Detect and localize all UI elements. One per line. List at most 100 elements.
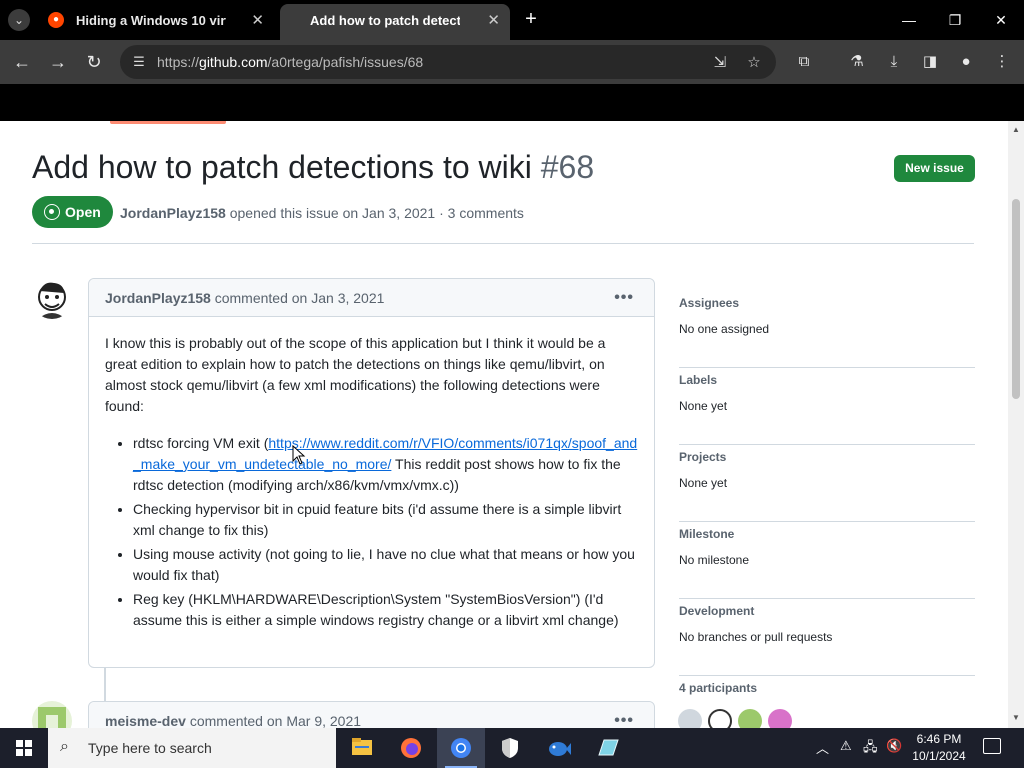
browser-toolbar: ← → ↻ ☰ https://github.com/a0rtega/pafis… [0,40,1024,84]
url-path: /a0rtega/pafish/issues/68 [267,54,424,70]
tab-title: Add how to patch detections t [310,13,460,28]
notepad-icon[interactable] [584,728,632,768]
windows-taskbar: ⌕ Type here to search ︿ ⚠ 🖧 🔇 6:46 PM 10… [0,728,1024,768]
detection-list: rdtsc forcing VM exit (https://www.reddi… [105,433,638,631]
active-tab-underline [110,121,226,124]
tab-search-chevron-icon[interactable]: ⌄ [8,9,30,31]
close-tab-icon[interactable]: ✕ [251,4,264,37]
browser-tab-strip: ⌄ ● Hiding a Windows 10 virtual m ✕ Add … [0,0,1024,40]
tab-title: Hiding a Windows 10 virtual m [76,13,226,28]
issue-state-badge: Open [32,196,113,228]
scroll-up-arrow-icon[interactable]: ▲ [1012,125,1020,134]
sidebar-value: No milestone [679,553,750,567]
list-item: rdtsc forcing VM exit (https://www.reddi… [133,433,638,496]
scrollbar-thumb[interactable] [1012,199,1020,399]
forward-arrow-icon[interactable]: → [46,50,70,74]
extensions-icon[interactable]: ⧉ [793,51,815,73]
tab-reddit[interactable]: ● Hiding a Windows 10 virtual m ✕ [36,4,274,40]
divider [32,243,974,244]
sidebar-heading: 4 participants [679,681,758,695]
bookmark-star-icon[interactable]: ☆ [744,53,764,73]
new-tab-plus-icon[interactable]: + [520,8,542,30]
taskbar-clock[interactable]: 6:46 PM 10/1/2024 [904,731,974,765]
sidebar-assignees[interactable]: Assignees No one assigned [679,291,975,368]
comment-timestamp[interactable]: commented on Jan 3, 2021 [211,290,385,306]
sidebar-value: No one assigned [679,322,770,336]
close-tab-icon[interactable]: ✕ [487,4,500,37]
file-explorer-icon[interactable] [338,728,386,768]
scroll-down-arrow-icon[interactable]: ▼ [1012,713,1020,722]
tray-warning-icon[interactable]: ⚠ [840,738,852,754]
participant-avatar[interactable] [678,709,702,728]
sidebar-value: None yet [679,476,728,490]
volume-muted-icon[interactable]: 🔇 [886,738,902,754]
avatar[interactable] [32,279,72,319]
sidebar-labels[interactable]: Labels None yet [679,368,975,445]
comment-author-link[interactable]: JordanPlayz158 [105,290,211,306]
sidebar-heading: Labels [679,373,718,387]
list-item-text: rdtsc forcing VM exit ( [133,435,269,451]
downloads-icon[interactable]: ⤓ [883,51,905,73]
labs-flask-icon[interactable]: ⚗ [846,51,868,73]
restore-icon[interactable]: ❐ [932,6,978,34]
issue-open-icon [44,204,60,220]
participant-avatar[interactable] [708,709,732,728]
issue-meta: JordanPlayz158 opened this issue on Jan … [120,205,524,221]
security-shield-icon[interactable] [486,728,534,768]
sidebar-development[interactable]: Development No branches or pull requests [679,599,975,676]
url-host: github.com [199,54,268,70]
app-fish-icon[interactable] [535,728,583,768]
sidebar-milestone[interactable]: Milestone No milestone [679,522,975,599]
participant-avatar[interactable] [768,709,792,728]
back-arrow-icon[interactable]: ← [10,50,34,74]
issue-title: Add how to patch detections to wiki #68 [32,149,594,186]
list-item: Checking hypervisor bit in cpuid feature… [133,499,638,541]
reload-icon[interactable]: ↻ [82,50,106,74]
comment-header: meisme-dev commented on Mar 9, 2021 ••• [89,702,654,728]
clock-time: 6:46 PM [916,732,962,746]
windows-start-icon[interactable] [0,728,48,768]
comment-header: JordanPlayz158 commented on Jan 3, 2021 … [89,279,654,317]
install-app-icon[interactable]: ⇲ [710,53,730,73]
issue-state-label: Open [65,204,101,220]
clock-date: 10/1/2024 [912,749,966,763]
comment-options-icon[interactable]: ••• [614,279,634,317]
issue-number: #68 [540,149,595,185]
page-scrollbar[interactable]: ▲ ▼ [1008,121,1024,728]
minimize-icon[interactable]: — [886,6,932,34]
sidebar-heading: Projects [679,450,727,464]
network-icon[interactable]: 🖧 [863,738,878,760]
search-icon: ⌕ [60,738,69,755]
issue-sidebar: Assignees No one assigned Labels None ye… [679,291,975,728]
side-panel-icon[interactable]: ◨ [919,51,941,73]
participant-avatar[interactable] [738,709,762,728]
search-placeholder: Type here to search [88,740,212,756]
notification-center-icon[interactable] [983,738,1001,754]
address-bar[interactable]: ☰ https://github.com/a0rtega/pafish/issu… [120,45,776,79]
comment-paragraph: I know this is probably out of the scope… [105,335,606,414]
sidebar-projects[interactable]: Projects None yet [679,445,975,522]
url-scheme: https:// [157,54,200,70]
avatar[interactable] [32,701,72,728]
list-item: Reg key (HKLM\HARDWARE\Description\Syste… [133,589,638,631]
sidebar-heading: Development [679,604,755,618]
url-text[interactable]: https://github.com/a0rtega/pafish/issues… [157,54,423,70]
comment-timestamp[interactable]: commented on Mar 9, 2021 [186,713,361,728]
comment-options-icon[interactable]: ••• [614,702,634,728]
tab-github-issue[interactable]: Add how to patch detections t ✕ [280,4,510,40]
window-close-icon[interactable]: ✕ [978,6,1024,34]
profile-avatar-icon[interactable]: ● [955,51,977,73]
new-issue-button[interactable]: New issue [894,155,975,182]
reddit-icon: ● [48,12,64,28]
firefox-icon[interactable] [387,728,435,768]
site-info-icon[interactable]: ☰ [130,53,148,71]
sidebar-value: No branches or pull requests [679,630,833,644]
tray-expand-chevron-icon[interactable]: ︿ [816,738,829,757]
issue-author-link[interactable]: JordanPlayz158 [120,205,226,221]
chrome-icon[interactable] [437,728,485,768]
sidebar-heading: Assignees [679,296,740,310]
browser-menu-icon[interactable]: ⋮ [991,51,1013,73]
comment-author-link[interactable]: meisme-dev [105,713,186,728]
issue-opened-text: opened this issue on Jan 3, 2021 · 3 com… [225,205,524,221]
taskbar-search-input[interactable]: ⌕ Type here to search [48,728,336,768]
